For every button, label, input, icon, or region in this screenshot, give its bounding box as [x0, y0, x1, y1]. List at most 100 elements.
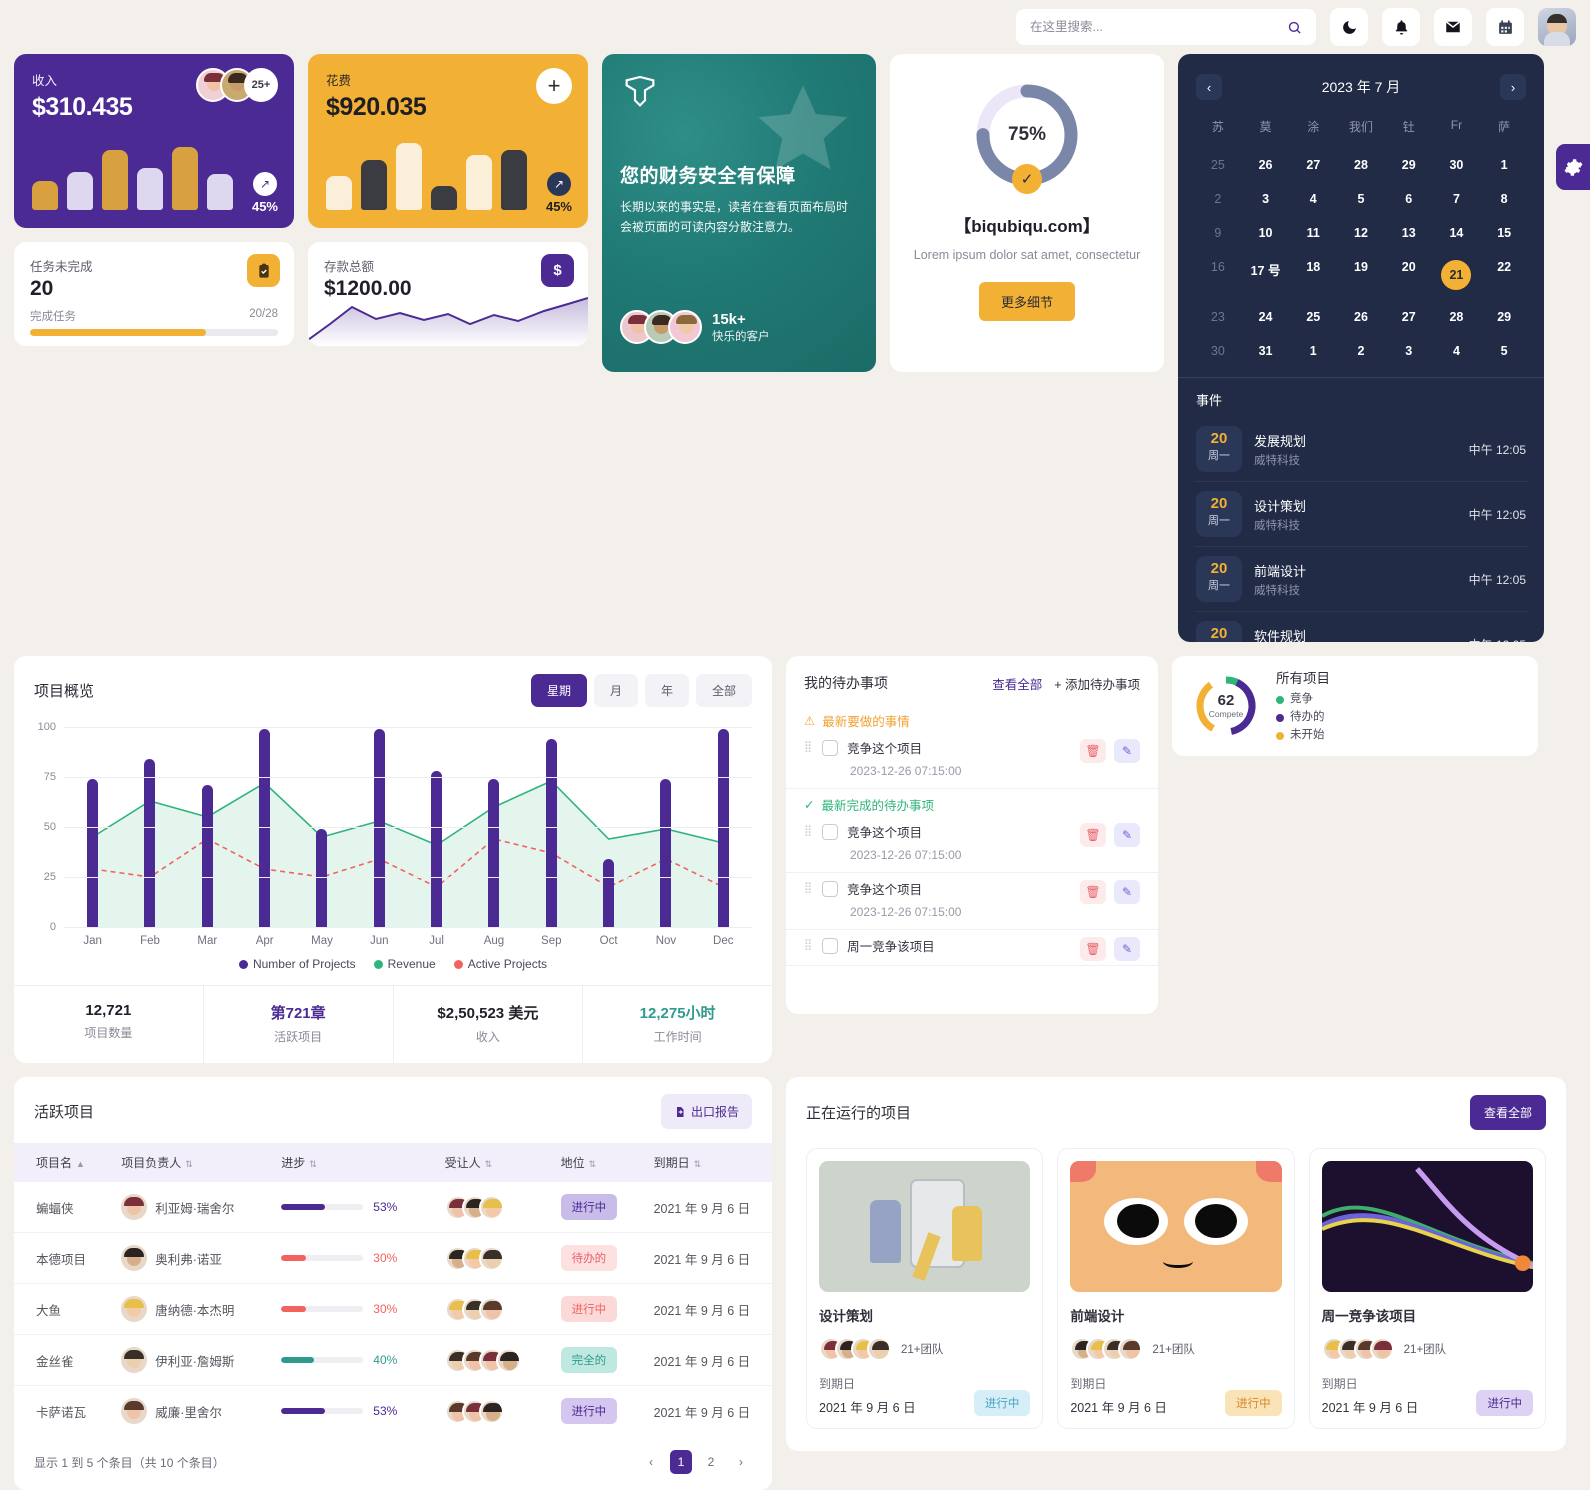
event-item[interactable]: 20周一设计策划威特科技中午 12:05 [1194, 482, 1528, 547]
table-row[interactable]: 蝙蝠侠利亚姆·瑞舍尔53%进行中2021 年 9 月 6 日 [14, 1182, 772, 1233]
income-avatar-more[interactable]: 25+ [244, 68, 278, 102]
pagination-page-2[interactable]: 2 [700, 1450, 722, 1474]
income-avatar-group[interactable]: 25+ [196, 68, 278, 102]
chart-tab-星期[interactable]: 星期 [531, 674, 587, 707]
calendar-day[interactable]: 28 [1433, 303, 1481, 331]
calendar-day[interactable]: 25 [1289, 303, 1337, 331]
todo-checkbox[interactable] [822, 740, 838, 756]
calendar-day[interactable]: 7 [1433, 185, 1481, 213]
calendar-day[interactable]: 1 [1289, 337, 1337, 365]
calendar-day[interactable]: 21 [1433, 253, 1481, 297]
search-box[interactable] [1016, 9, 1316, 45]
todo-add-button[interactable]: + 添加待办事项 [1054, 674, 1140, 693]
table-col-3[interactable]: 受让人⇅ [423, 1143, 539, 1182]
calendar-day[interactable]: 18 [1289, 253, 1337, 297]
todo-delete-button[interactable]: 🗑 [1080, 823, 1106, 847]
chart-tab-月[interactable]: 月 [594, 674, 638, 707]
sort-icon[interactable]: ⇅ [485, 1159, 493, 1169]
calendar-day[interactable]: 4 [1289, 185, 1337, 213]
calendar-day[interactable]: 6 [1385, 185, 1433, 213]
running-project-card[interactable]: 前端设计21+团队到期日2021 年 9 月 6 日进行中 [1057, 1148, 1294, 1429]
calendar-day[interactable]: 31 [1242, 337, 1290, 365]
add-expense-button[interactable]: + [536, 68, 572, 104]
calendar-day[interactable]: 1 [1480, 151, 1528, 179]
calendar-day[interactable]: 12 [1337, 219, 1385, 247]
table-col-4[interactable]: 地位⇅ [539, 1143, 632, 1182]
todo-delete-button[interactable]: 🗑 [1080, 880, 1106, 904]
drag-handle-icon[interactable]: ⣿ [804, 884, 813, 893]
table-row[interactable]: 本德项目奥利弗·诺亚30%待办的2021 年 9 月 6 日 [14, 1233, 772, 1284]
running-view-all-button[interactable]: 查看全部 [1470, 1095, 1546, 1130]
calendar-day[interactable]: 20 [1385, 253, 1433, 297]
calendar-day[interactable]: 30 [1194, 337, 1242, 365]
calendar-day[interactable]: 9 [1194, 219, 1242, 247]
calendar-day[interactable]: 2 [1337, 337, 1385, 365]
table-col-1[interactable]: 项目负责人⇅ [99, 1143, 259, 1182]
dark-mode-button[interactable] [1330, 8, 1368, 46]
calendar-day[interactable]: 10 [1242, 219, 1290, 247]
event-item[interactable]: 20周一发展规划威特科技中午 12:05 [1194, 417, 1528, 482]
chart-legend-item[interactable]: Revenue [374, 957, 436, 971]
calendar-day[interactable]: 19 [1337, 253, 1385, 297]
table-pagination[interactable]: ‹12› [640, 1450, 752, 1474]
table-row[interactable]: 金丝雀伊利亚·詹姆斯40%完全的2021 年 9 月 6 日 [14, 1335, 772, 1386]
table-col-5[interactable]: 到期日⇅ [632, 1143, 772, 1182]
table-row[interactable]: 卡萨诺瓦威廉·里舍尔53%进行中2021 年 9 月 6 日 [14, 1386, 772, 1437]
user-avatar[interactable] [1538, 8, 1576, 46]
messages-button[interactable] [1434, 8, 1472, 46]
sort-icon[interactable]: ▲ [76, 1159, 85, 1169]
pagination-page-1[interactable]: 1 [670, 1450, 692, 1474]
table-col-0[interactable]: 项目名▲ [14, 1143, 99, 1182]
notifications-button[interactable] [1382, 8, 1420, 46]
search-input[interactable] [1030, 20, 1279, 34]
calendar-day[interactable]: 5 [1337, 185, 1385, 213]
drag-handle-icon[interactable]: ⣿ [804, 827, 813, 836]
todo-delete-button[interactable]: 🗑 [1080, 937, 1106, 961]
calendar-day[interactable]: 23 [1194, 303, 1242, 331]
drag-handle-icon[interactable]: ⣿ [804, 743, 813, 752]
calendar-day[interactable]: 16 [1194, 253, 1242, 297]
calendar-day[interactable]: 17 号 [1242, 253, 1290, 297]
calendar-day[interactable]: 27 [1385, 303, 1433, 331]
table-col-2[interactable]: 进步⇅ [259, 1143, 422, 1182]
todo-delete-button[interactable]: 🗑 [1080, 739, 1106, 763]
calendar-day[interactable]: 25 [1194, 151, 1242, 179]
calendar-day[interactable]: 4 [1433, 337, 1481, 365]
pagination-next[interactable]: › [730, 1450, 752, 1474]
chart-tab-年[interactable]: 年 [645, 674, 689, 707]
calendar-day[interactable]: 3 [1242, 185, 1290, 213]
chart-legend-item[interactable]: Active Projects [454, 957, 547, 971]
calendar-grid[interactable]: 苏莫涂我们钍Fr萨2526272829301234567891011121314… [1194, 112, 1528, 365]
chart-range-tabs[interactable]: 星期月年全部 [531, 674, 752, 707]
event-item[interactable]: 20周一前端设计威特科技中午 12:05 [1194, 547, 1528, 612]
calendar-day[interactable]: 29 [1385, 151, 1433, 179]
more-details-button[interactable]: 更多细节 [979, 282, 1075, 321]
chart-tab-全部[interactable]: 全部 [696, 674, 752, 707]
calendar-day[interactable]: 24 [1242, 303, 1290, 331]
calendar-day[interactable]: 13 [1385, 219, 1433, 247]
sort-icon[interactable]: ⇅ [694, 1159, 702, 1169]
running-project-card[interactable]: 周一竞争该项目21+团队到期日2021 年 9 月 6 日进行中 [1309, 1148, 1546, 1429]
table-header-row[interactable]: 项目名▲项目负责人⇅进步⇅受让人⇅地位⇅到期日⇅ [14, 1143, 772, 1182]
calendar-day[interactable]: 3 [1385, 337, 1433, 365]
calendar-day[interactable]: 30 [1433, 151, 1481, 179]
todo-edit-button[interactable]: ✎ [1114, 823, 1140, 847]
calendar-day[interactable]: 8 [1480, 185, 1528, 213]
todo-checkbox[interactable] [822, 824, 838, 840]
todo-checkbox[interactable] [822, 938, 838, 954]
calendar-day[interactable]: 15 [1480, 219, 1528, 247]
todo-see-all-link[interactable]: 查看全部 [992, 674, 1042, 693]
todo-edit-button[interactable]: ✎ [1114, 739, 1140, 763]
calendar-day[interactable]: 2 [1194, 185, 1242, 213]
export-report-button[interactable]: 出口报告 [661, 1094, 752, 1129]
calendar-next-button[interactable]: › [1500, 74, 1526, 100]
table-row[interactable]: 大鱼唐纳德·本杰明30%进行中2021 年 9 月 6 日 [14, 1284, 772, 1335]
calendar-button[interactable] [1486, 8, 1524, 46]
calendar-day[interactable]: 14 [1433, 219, 1481, 247]
settings-tab[interactable] [1556, 144, 1590, 190]
todo-checkbox[interactable] [822, 881, 838, 897]
sort-icon[interactable]: ⇅ [589, 1159, 597, 1169]
calendar-day[interactable]: 27 [1289, 151, 1337, 179]
chart-legend-item[interactable]: Number of Projects [239, 957, 356, 971]
calendar-day[interactable]: 5 [1480, 337, 1528, 365]
